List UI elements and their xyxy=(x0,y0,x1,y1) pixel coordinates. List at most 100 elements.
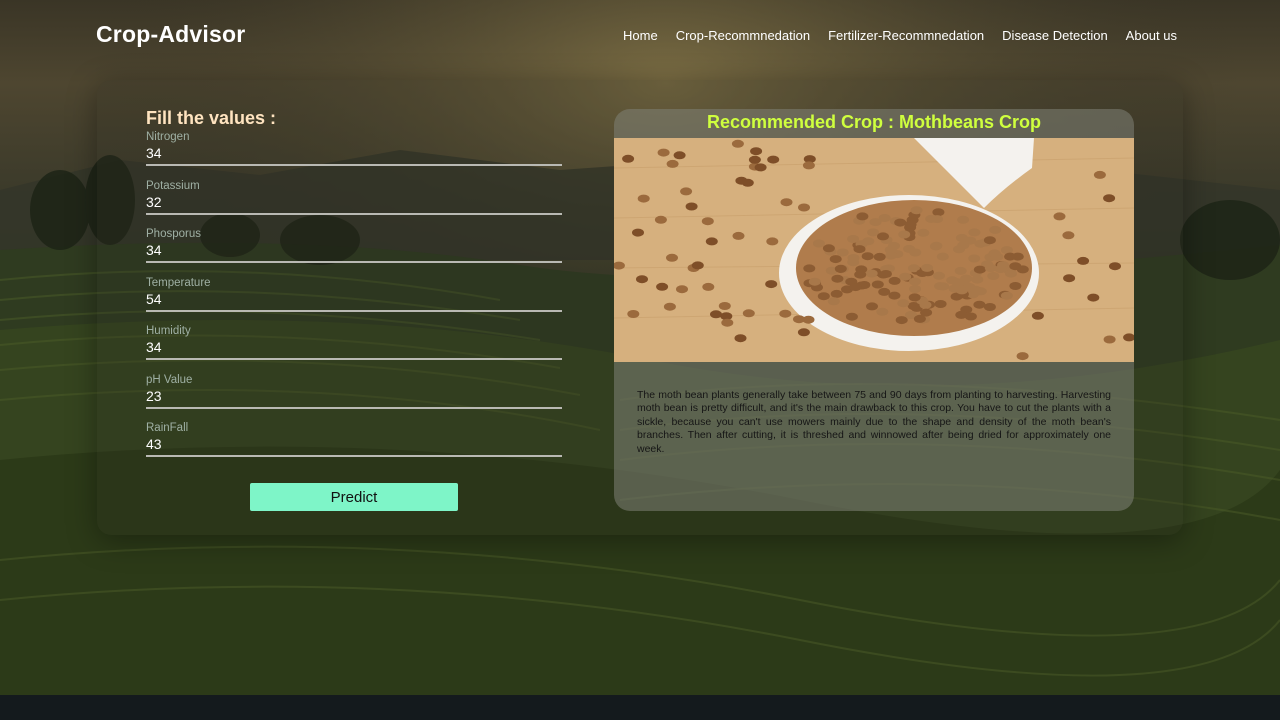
bean-texture xyxy=(971,275,984,284)
form-title: Fill the values : xyxy=(146,108,277,128)
bean-texture xyxy=(968,254,981,263)
bean-texture xyxy=(817,292,830,301)
nitrogen-input[interactable] xyxy=(146,144,562,166)
bean-texture xyxy=(876,307,889,316)
bean-texture xyxy=(878,287,891,296)
bean-texture xyxy=(877,232,889,241)
bean-texture xyxy=(1009,282,1022,290)
bean-texture xyxy=(731,139,744,148)
bean-texture xyxy=(836,248,849,257)
bean-texture xyxy=(812,239,825,248)
bean-texture xyxy=(765,280,778,289)
bean-texture xyxy=(779,309,792,318)
bean-texture xyxy=(973,265,986,274)
bean-texture xyxy=(741,178,754,187)
bean-texture xyxy=(767,155,780,164)
bean-texture xyxy=(1053,212,1066,221)
bean-texture xyxy=(888,276,901,285)
bean-texture xyxy=(930,241,943,250)
bean-texture xyxy=(766,237,779,246)
bean-texture xyxy=(917,228,930,237)
bean-texture xyxy=(803,264,816,273)
bean-texture xyxy=(932,208,945,217)
phosphorus-input[interactable] xyxy=(146,241,562,263)
result-card: Recommended Crop : Mothbeans Crop The mo… xyxy=(614,109,1134,511)
field-humidity: Humidity xyxy=(146,324,562,373)
bean-texture xyxy=(656,282,669,291)
bean-texture xyxy=(666,159,679,168)
bean-texture xyxy=(827,297,840,306)
bean-texture xyxy=(909,277,921,286)
bean-texture xyxy=(673,151,686,160)
bean-texture xyxy=(885,251,897,260)
rainfall-input[interactable] xyxy=(146,435,562,457)
bean-texture xyxy=(637,194,650,203)
bean-texture xyxy=(732,231,745,240)
input-form: Fill the values : Nitrogen Potassium Pho… xyxy=(146,108,562,470)
bean-texture xyxy=(663,302,676,311)
bean-texture xyxy=(955,233,968,242)
bean-texture xyxy=(856,212,869,221)
bean-texture xyxy=(710,310,722,319)
bean-texture xyxy=(878,214,891,222)
bean-texture xyxy=(888,291,901,300)
bean-texture xyxy=(1062,231,1075,240)
potassium-input[interactable] xyxy=(146,192,562,215)
nitrogen-label: Nitrogen xyxy=(146,131,190,143)
humidity-label: Humidity xyxy=(146,325,191,337)
nav-crop-recommendation[interactable]: Crop-Recommnedation xyxy=(676,28,810,43)
brand-logo[interactable]: Crop-Advisor xyxy=(96,21,245,48)
bean-texture xyxy=(750,147,763,156)
bean-texture xyxy=(847,235,860,243)
bean-texture xyxy=(1031,311,1044,320)
nav-disease-detection[interactable]: Disease Detection xyxy=(1002,28,1108,43)
bean-texture xyxy=(948,284,961,293)
bean-texture xyxy=(701,217,714,226)
humidity-input[interactable] xyxy=(146,338,562,360)
bean-texture xyxy=(632,228,644,237)
bean-texture xyxy=(954,266,967,275)
bean-texture xyxy=(847,258,860,267)
bean-texture xyxy=(888,241,900,250)
bean-texture xyxy=(705,237,718,246)
recommended-crop-title: Recommended Crop : Mothbeans Crop xyxy=(706,112,1042,132)
nav-home[interactable]: Home xyxy=(623,28,658,43)
field-rainfall: RainFall xyxy=(146,421,562,470)
bean-texture xyxy=(1005,269,1017,278)
bean-texture xyxy=(921,263,934,272)
bean-texture xyxy=(1004,252,1017,261)
bean-texture xyxy=(908,293,921,302)
bean-texture xyxy=(854,270,867,279)
bean-texture xyxy=(904,220,917,229)
bean-texture xyxy=(865,269,878,278)
nav-fertilizer-recommendation[interactable]: Fertilizer-Recommnedation xyxy=(828,28,984,43)
bean-texture xyxy=(866,302,878,311)
bean-texture xyxy=(702,282,715,291)
bean-texture xyxy=(987,272,1000,280)
top-nav: Home Crop-Recommnedation Fertilizer-Reco… xyxy=(623,28,1177,43)
bean-texture xyxy=(798,203,810,212)
bean-texture xyxy=(899,272,912,281)
rainfall-label: RainFall xyxy=(146,422,189,434)
bean-texture xyxy=(845,312,858,321)
temperature-input[interactable] xyxy=(146,289,562,312)
bean-texture xyxy=(685,202,698,211)
bean-texture xyxy=(622,154,635,163)
bean-texture xyxy=(1016,265,1029,274)
nav-about-us[interactable]: About us xyxy=(1126,28,1177,43)
bean-texture xyxy=(1103,335,1116,344)
bean-texture xyxy=(1087,293,1100,302)
bean-texture xyxy=(676,285,688,294)
field-ph: pH Value xyxy=(146,373,562,422)
bean-texture xyxy=(829,255,842,264)
bean-texture xyxy=(862,237,875,246)
bean-texture xyxy=(1093,170,1106,179)
bean-texture xyxy=(831,274,844,283)
bean-texture xyxy=(957,215,970,224)
ph-input[interactable] xyxy=(146,386,562,409)
predict-button[interactable]: Predict xyxy=(250,483,458,511)
bean-texture xyxy=(802,161,815,170)
bean-texture xyxy=(793,315,805,324)
bean-texture xyxy=(955,310,968,319)
bean-texture xyxy=(780,198,793,207)
